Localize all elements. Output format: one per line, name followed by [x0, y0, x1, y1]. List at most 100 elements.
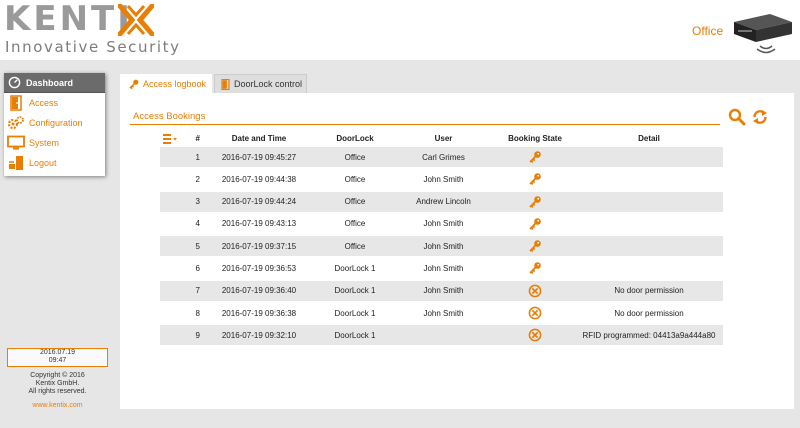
access-granted-key-icon [495, 217, 575, 231]
sidebar-item-logout[interactable]: Logout [4, 153, 105, 173]
cell-user: John Smith [423, 263, 464, 273]
cell-doorlock: Office [344, 241, 366, 251]
cell-num: 4 [195, 219, 200, 229]
logo-wordmark: KENTI [4, 0, 133, 39]
cell-num: 6 [195, 263, 200, 273]
list-menu-icon [163, 133, 177, 144]
cell-date: 2016-07-19 09:37:15 [221, 241, 297, 251]
cell-date: 2016-07-19 09:36:38 [221, 308, 297, 318]
cell-num: 8 [195, 308, 200, 318]
location-name: Office [692, 24, 724, 38]
cell-num: 7 [195, 286, 200, 296]
tab-label: DoorLock control [234, 79, 303, 89]
cell-user: Carl Grimes [422, 152, 465, 162]
cell-doorlock: Office [344, 152, 366, 162]
sidebar-head-label: Dashboard [26, 77, 74, 88]
table-row[interactable]: 5 2016-07-19 09:37:15 Office John Smith [160, 236, 723, 257]
cell-date: 2016-07-19 09:44:24 [221, 197, 297, 207]
monitor-icon [7, 135, 25, 151]
cell-user: Andrew Lincoln [416, 197, 471, 207]
table-row[interactable]: 9 2016-07-19 09:32:10 DoorLock 1 RFID progr… [160, 325, 723, 346]
cell-doorlock: Office [344, 197, 366, 207]
access-granted-key-icon [495, 261, 575, 275]
copyright-line: Copyright © 2016 [30, 372, 85, 379]
cell-num: 5 [195, 241, 200, 251]
cell-num: 3 [195, 197, 200, 207]
access-granted-key-icon [495, 239, 575, 253]
cell-detail: RFID programmed: 04413a9a444a80 [582, 330, 716, 340]
access-granted-key-icon [495, 172, 575, 186]
logout-icon [7, 155, 25, 171]
cell-user: John Smith [423, 308, 464, 318]
cell-date: 2016-07-19 09:36:53 [221, 263, 297, 273]
cell-doorlock: DoorLock 1 [334, 286, 376, 296]
key-icon [128, 79, 139, 90]
access-denied-icon [495, 328, 575, 342]
header-booking-state[interactable]: Booking State [495, 134, 575, 143]
access-granted-key-icon [495, 195, 575, 209]
logo-tagline: Innovative Security [5, 38, 181, 56]
clock-display: 2016.07.19 09:47 [7, 348, 108, 367]
logo-x-icon [118, 4, 154, 36]
table-row[interactable]: 1 2016-07-19 09:45:27 Office Carl Grimes [160, 147, 723, 167]
cell-date: 2016-07-19 09:44:38 [221, 174, 297, 184]
column-menu-button[interactable] [160, 133, 180, 144]
sidebar-item-label: Configuration [29, 118, 83, 128]
table-row[interactable]: 8 2016-07-19 09:36:38 DoorLock 1 John Smith… [160, 303, 723, 323]
table-row[interactable]: 2 2016-07-19 09:44:38 Office John Smith [160, 169, 723, 189]
door-icon [7, 95, 25, 111]
table-body: 1 2016-07-19 09:45:27 Office Carl Grimes 2 20… [160, 147, 723, 346]
device-icon [734, 14, 792, 54]
dashboard-gauge-icon [8, 76, 22, 90]
header-date[interactable]: Date and Time [200, 134, 318, 143]
sidebar-item-label: System [29, 138, 60, 148]
cell-num: 9 [195, 330, 200, 340]
table-row[interactable]: 6 2016-07-19 09:36:53 DoorLock 1 John Smith [160, 258, 723, 278]
refresh-icon[interactable] [751, 108, 769, 126]
cell-doorlock: Office [344, 219, 366, 229]
tab-label: Access logbook [143, 79, 207, 89]
tab-access-logbook[interactable]: Access logbook [120, 74, 212, 94]
header-detail[interactable]: Detail [575, 134, 723, 143]
cell-date: 2016-07-19 09:32:10 [221, 330, 297, 340]
cell-detail: No door permission [614, 286, 684, 296]
access-denied-icon [495, 306, 575, 320]
cell-detail: No door permission [614, 308, 684, 318]
table-row[interactable]: 3 2016-07-19 09:44:24 Office Andrew Lincoln [160, 191, 723, 212]
header-user[interactable]: User [392, 134, 495, 143]
cell-date: 2016-07-19 09:43:13 [221, 219, 297, 229]
cell-user: John Smith [423, 286, 464, 296]
cell-doorlock: DoorLock 1 [334, 330, 376, 340]
table-header: # Date and Time DoorLock User Booking St… [160, 130, 723, 147]
sidebar-item-label: Logout [29, 158, 57, 168]
app-header: KENTI Innovative Security Office [0, 0, 800, 60]
cell-user: John Smith [423, 174, 464, 184]
table-row[interactable]: 7 2016-07-19 09:36:40 DoorLock 1 John Smith… [160, 280, 723, 301]
cell-user: John Smith [423, 219, 464, 229]
sidebar-item-configuration[interactable]: Configuration [4, 113, 105, 133]
bookings-table: # Date and Time DoorLock User Booking St… [160, 130, 723, 348]
gears-icon [7, 115, 25, 131]
section-divider [130, 124, 720, 125]
cell-doorlock: Office [344, 174, 366, 184]
website-link[interactable]: www.kentix.com [6, 402, 109, 409]
sidebar-menu: Dashboard Access Configuration System Lo… [4, 73, 105, 176]
copyright: Copyright © 2016 Kentix GmbH. All rights… [6, 372, 109, 396]
clock-time: 09:47 [48, 357, 67, 364]
tab-doorlock-control[interactable]: DoorLock control [214, 74, 307, 93]
cell-date: 2016-07-19 09:36:40 [221, 286, 297, 296]
table-row[interactable]: 4 2016-07-19 09:43:13 Office John Smith [160, 214, 723, 234]
clock-date: 2016.07.19 [39, 349, 76, 356]
sidebar-item-system[interactable]: System [4, 133, 105, 153]
section-title: Access Bookings [133, 111, 206, 122]
cell-doorlock: DoorLock 1 [334, 263, 376, 273]
cell-num: 1 [195, 152, 200, 162]
sidebar-item-access[interactable]: Access [4, 93, 105, 113]
sidebar-item-dashboard[interactable]: Dashboard [4, 73, 105, 93]
header-num[interactable]: # [180, 134, 200, 143]
search-icon[interactable] [728, 108, 746, 126]
cell-user: John Smith [423, 241, 464, 251]
access-denied-icon [495, 284, 575, 298]
cell-num: 2 [195, 174, 200, 184]
header-doorlock[interactable]: DoorLock [318, 134, 392, 143]
